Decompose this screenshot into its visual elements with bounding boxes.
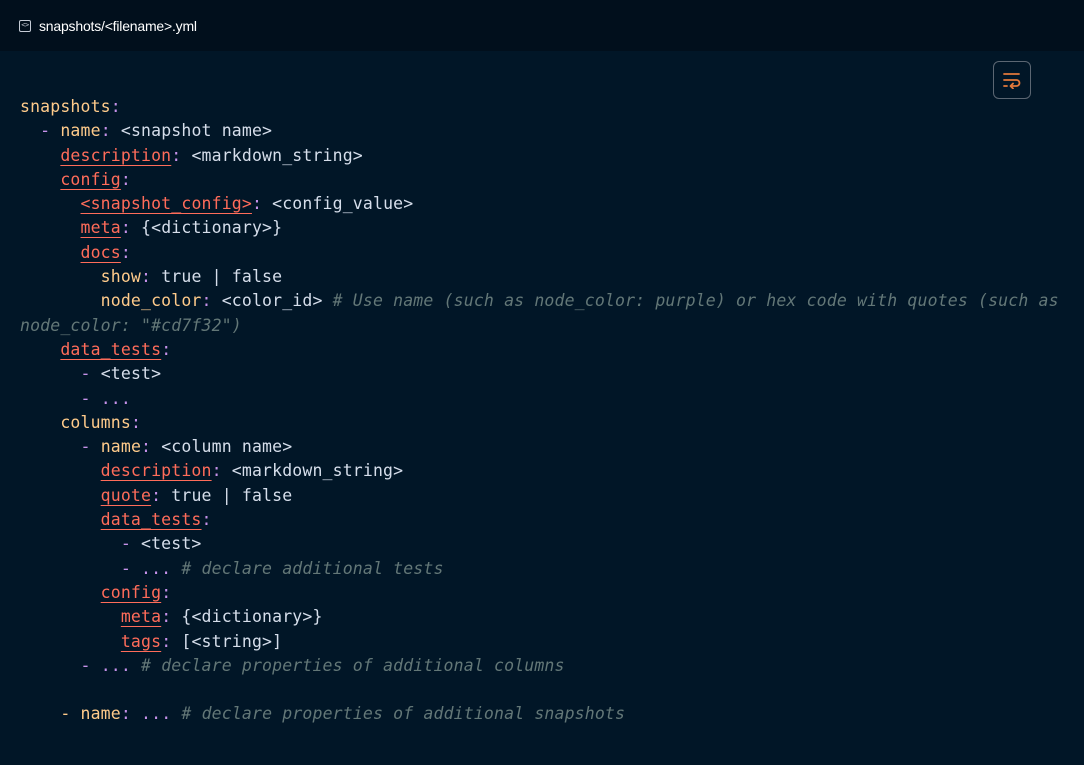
- yaml-key: snapshots: [20, 97, 111, 116]
- yaml-value: <test>: [141, 534, 202, 554]
- yaml-value: <config_value>: [272, 194, 414, 214]
- config-link[interactable]: config: [60, 170, 121, 189]
- code-line: show: true | false: [100, 267, 283, 287]
- code-line: description: <markdown_string>: [100, 461, 404, 481]
- yaml-value: true | false: [161, 267, 283, 287]
- yaml-comment: # declare properties of additional colum…: [141, 655, 565, 675]
- yaml-value: <markdown_string>: [191, 145, 363, 165]
- yaml-key: name: [80, 704, 121, 724]
- code-line: tags: [<string>]: [120, 631, 283, 651]
- code-line: - <test>: [20, 364, 162, 384]
- word-wrap-icon: [1003, 73, 1021, 89]
- code-line: meta: {<dictionary>}: [120, 607, 323, 627]
- code-line: meta: {<dictionary>}: [80, 218, 283, 238]
- yaml-ellipsis: ...: [141, 704, 172, 724]
- yaml-value: {<dictionary>}: [141, 218, 283, 238]
- code-file-icon-glyph: <>: [21, 21, 29, 29]
- yaml-value: <test>: [100, 364, 162, 384]
- wrap-lines-button[interactable]: [993, 61, 1031, 99]
- code-block-header: <> snapshots/<filename>.yml: [0, 0, 1084, 51]
- code-line: - name: ... # declare properties of addi…: [20, 704, 626, 724]
- yaml-value: {<dictionary>}: [181, 607, 323, 627]
- yaml-key: node_color: [100, 291, 202, 311]
- code-line: description: <markdown_string>: [60, 145, 363, 165]
- docs-link[interactable]: docs: [81, 243, 121, 262]
- yaml-value: <color_id>: [221, 291, 323, 311]
- code-line: - name: <column name>: [20, 437, 293, 457]
- code-line: - ... # declare additional tests: [20, 558, 444, 578]
- column-description-link[interactable]: description: [101, 461, 212, 480]
- code-line: config:: [100, 582, 172, 602]
- yaml-comment: # declare properties of additional snaps…: [181, 704, 626, 724]
- column-meta-link[interactable]: meta: [121, 607, 161, 626]
- yaml-code: snapshots: - name: <snapshot name> descr…: [20, 95, 1070, 727]
- code-line: columns:: [60, 412, 142, 432]
- snapshot-config-link[interactable]: <snapshot_config>: [81, 194, 252, 213]
- code-line: data_tests:: [100, 510, 212, 530]
- code-line: quote: true | false: [100, 485, 293, 505]
- meta-link[interactable]: meta: [81, 218, 121, 237]
- yaml-key: name: [60, 121, 101, 141]
- code-line: - <test>: [20, 534, 202, 554]
- description-link[interactable]: description: [60, 146, 171, 165]
- yaml-ellipsis: ...: [141, 558, 172, 578]
- quote-link[interactable]: quote: [101, 486, 151, 505]
- yaml-key: columns: [60, 412, 131, 432]
- yaml-key: name: [100, 437, 142, 457]
- code-line: node_color: <color_id> # Use name (such …: [20, 291, 1069, 335]
- code-line: snapshots:: [20, 97, 121, 116]
- column-config-link[interactable]: config: [101, 583, 162, 602]
- yaml-value: true | false: [171, 485, 293, 505]
- data-tests-link[interactable]: data_tests: [60, 340, 161, 359]
- yaml-value: [<string>]: [181, 631, 283, 651]
- tags-link[interactable]: tags: [121, 632, 161, 651]
- code-file-icon: <>: [19, 19, 31, 32]
- yaml-value: <snapshot name>: [120, 121, 273, 141]
- yaml-ellipsis: ...: [100, 655, 131, 675]
- column-data-tests-link[interactable]: data_tests: [101, 510, 202, 529]
- yaml-key: show: [100, 267, 142, 287]
- code-line: - ...: [20, 388, 131, 408]
- code-line: docs:: [80, 242, 131, 262]
- yaml-value: <markdown_string>: [231, 461, 404, 481]
- yaml-comment: # declare additional tests: [181, 558, 444, 578]
- code-line: - name: <snapshot name>: [20, 121, 273, 141]
- code-line: data_tests:: [60, 339, 172, 359]
- code-block: <> snapshots/<filename>.yml snapshots: -…: [0, 0, 1084, 765]
- code-line: <snapshot_config>: <config_value>: [80, 194, 414, 214]
- code-line: - ... # declare properties of additional…: [20, 655, 565, 675]
- filename-label: snapshots/<filename>.yml: [39, 17, 197, 34]
- yaml-ellipsis: ...: [100, 388, 131, 408]
- code-line: config:: [60, 169, 131, 189]
- yaml-value: <column name>: [161, 437, 293, 457]
